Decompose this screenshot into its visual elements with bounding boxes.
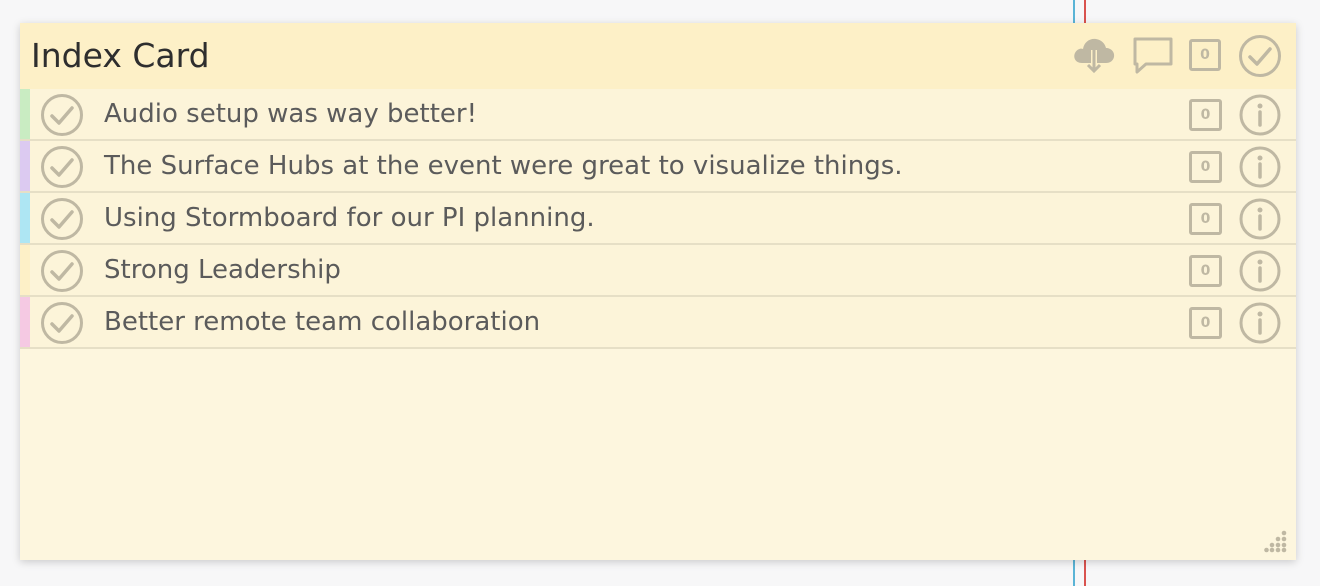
list-item-text[interactable]: Audio setup was way better! (104, 97, 477, 131)
list-item[interactable]: Audio setup was way better! 0 (20, 89, 1296, 141)
info-icon[interactable] (1239, 198, 1281, 240)
vote-count[interactable]: 0 (1189, 307, 1222, 339)
info-icon[interactable] (1239, 94, 1281, 136)
check-circle-icon[interactable] (40, 249, 84, 293)
card-title[interactable]: Index Card (31, 36, 210, 76)
index-card[interactable]: Index Card 0 Audio setup was way better!… (20, 23, 1296, 560)
check-circle-icon[interactable] (40, 93, 84, 137)
check-circle-icon[interactable] (1238, 34, 1282, 78)
vote-count[interactable]: 0 (1189, 151, 1222, 183)
list-item-text[interactable]: Better remote team collaboration (104, 305, 540, 339)
resize-handle-icon[interactable] (1264, 529, 1288, 553)
vote-count[interactable]: 0 (1189, 203, 1222, 235)
list-item-text[interactable]: The Surface Hubs at the event were great… (104, 149, 903, 183)
row-color-stripe (20, 193, 30, 243)
check-circle-icon[interactable] (40, 145, 84, 189)
card-header: Index Card 0 (20, 23, 1296, 89)
row-color-stripe (20, 245, 30, 295)
card-item-list: Audio setup was way better! 0 The Surfac… (20, 89, 1296, 349)
list-item[interactable]: Using Stormboard for our PI planning. 0 (20, 193, 1296, 245)
list-item[interactable]: Better remote team collaboration 0 (20, 297, 1296, 349)
header-vote-count[interactable]: 0 (1189, 39, 1221, 71)
info-icon[interactable] (1239, 302, 1281, 344)
row-color-stripe (20, 141, 30, 191)
list-item[interactable]: Strong Leadership 0 (20, 245, 1296, 297)
check-circle-icon[interactable] (40, 197, 84, 241)
list-item[interactable]: The Surface Hubs at the event were great… (20, 141, 1296, 193)
check-circle-icon[interactable] (40, 301, 84, 345)
row-color-stripe (20, 89, 30, 139)
vote-count[interactable]: 0 (1189, 255, 1222, 287)
list-item-text[interactable]: Using Stormboard for our PI planning. (104, 201, 595, 235)
comment-icon[interactable] (1132, 36, 1174, 76)
cloud-download-icon[interactable] (1071, 33, 1117, 79)
info-icon[interactable] (1239, 146, 1281, 188)
list-item-text[interactable]: Strong Leadership (104, 253, 341, 287)
row-color-stripe (20, 297, 30, 347)
info-icon[interactable] (1239, 250, 1281, 292)
vote-count[interactable]: 0 (1189, 99, 1222, 131)
